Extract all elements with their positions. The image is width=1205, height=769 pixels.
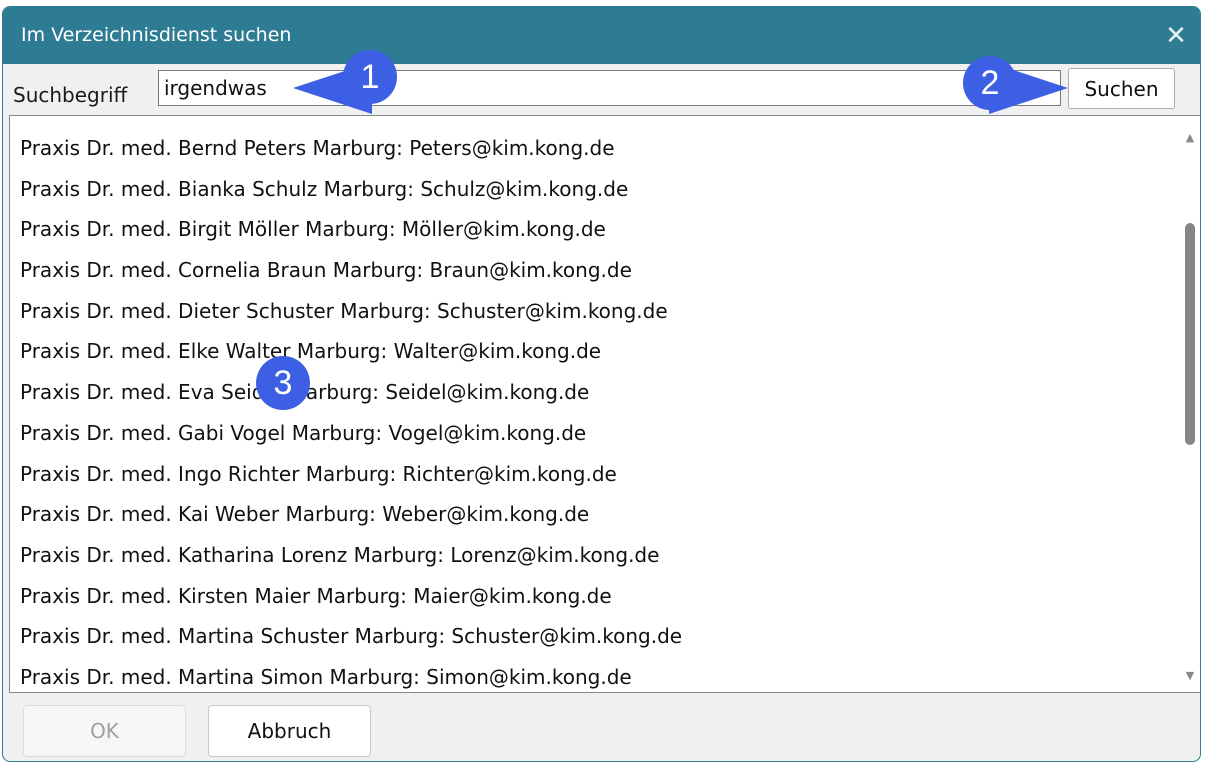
- annotation-arrow-1: [293, 62, 1068, 114]
- annotation-marker-3: 3: [256, 356, 310, 410]
- annotation-marker-2: 2: [963, 56, 1017, 110]
- annotation-marker-1: 1: [343, 50, 397, 104]
